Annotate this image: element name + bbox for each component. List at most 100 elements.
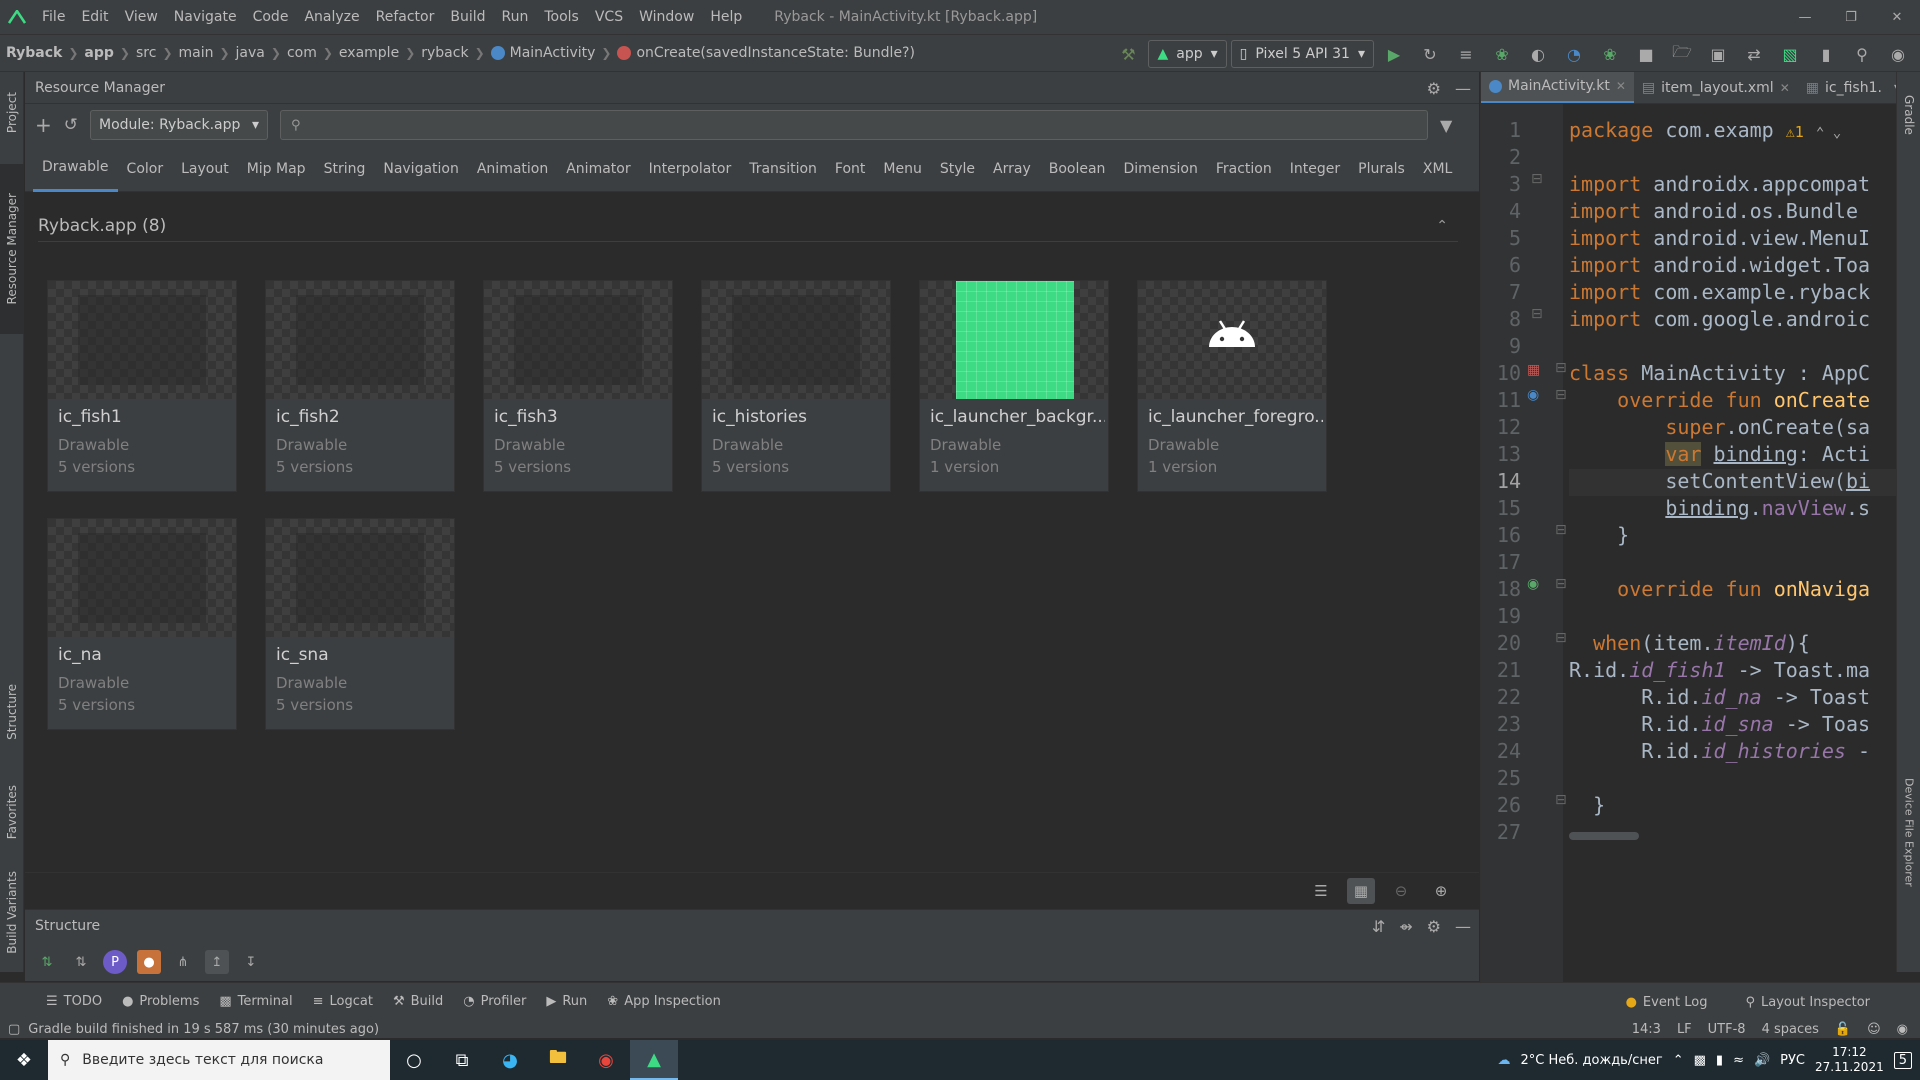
tab-transition[interactable]: Transition (740, 146, 826, 192)
resource-card-ic-launcher-foreground[interactable]: ic_launcher_foregro... Drawable 1 versio… (1137, 280, 1327, 492)
tab-interpolator[interactable]: Interpolator (640, 146, 741, 192)
weather-icon[interactable]: ☁ (1498, 1053, 1511, 1068)
show-inherited-icon[interactable]: ⋔ (171, 950, 195, 974)
profiler-tool[interactable]: ◔ Profiler (453, 994, 536, 1009)
collapse-all-icon[interactable]: ⇴ (1399, 917, 1412, 936)
resource-card-ic-na[interactable]: ic_na Drawable 5 versions (47, 518, 237, 730)
grid-view-icon[interactable]: ▦ (1347, 877, 1375, 904)
chevron-up-icon[interactable]: ⌃ (1436, 218, 1448, 234)
filter-icon[interactable]: ▼ (1440, 116, 1452, 135)
tab-project[interactable]: Project (0, 78, 24, 148)
sdk-manager-icon[interactable]: ▮ (1810, 39, 1842, 69)
cortana-icon[interactable]: ○ (390, 1040, 438, 1080)
tab-plurals[interactable]: Plurals (1349, 146, 1414, 192)
app-inspection-tool[interactable]: ❀ App Inspection (597, 994, 731, 1009)
stop-icon[interactable]: ■ (1630, 39, 1662, 69)
run-tool[interactable]: ▶ Run (536, 994, 597, 1009)
add-icon[interactable]: + (35, 113, 52, 137)
run-icon[interactable]: ▶ (1378, 39, 1410, 69)
menu-edit[interactable]: Edit (73, 0, 116, 34)
clock[interactable]: 17:12 27.11.2021 (1815, 1045, 1884, 1075)
menu-refactor[interactable]: Refactor (368, 0, 443, 34)
apply-changes-icon[interactable]: ≡ (1450, 39, 1482, 69)
fold-icon[interactable]: ⊟ (1555, 522, 1567, 538)
override-marker-icon[interactable]: ◉ (1527, 576, 1539, 592)
editor-tab-mainactivity[interactable]: MainActivity.kt ✕ (1481, 72, 1634, 103)
menu-code[interactable]: Code (245, 0, 297, 34)
override-marker-icon[interactable]: ◉ (1527, 387, 1539, 403)
taskbar-search-input[interactable]: ⚲ Введите здесь текст для поиска (48, 1040, 390, 1080)
tab-array[interactable]: Array (984, 146, 1040, 192)
menu-analyze[interactable]: Analyze (296, 0, 367, 34)
sync-gradle-icon[interactable]: ⇄ (1738, 39, 1770, 69)
tab-overflow-chevron-icon[interactable]: ▾ (1894, 80, 1896, 96)
resource-card-ic-sna[interactable]: ic_sna Drawable 5 versions (265, 518, 455, 730)
debug-icon[interactable]: ❀ (1486, 39, 1518, 69)
battery-icon[interactable]: ▮ (1716, 1053, 1723, 1068)
fold-icon[interactable]: ⊟ (1555, 630, 1567, 646)
fold-icon[interactable]: ⊟ (1555, 576, 1567, 592)
zoom-in-icon[interactable]: ⊕ (1427, 878, 1455, 904)
hide-panel-icon[interactable]: — (1455, 79, 1471, 98)
menu-navigate[interactable]: Navigate (166, 0, 245, 34)
file-encoding[interactable]: UTF-8 (1708, 1022, 1746, 1037)
wifi-icon[interactable]: ≈ (1733, 1053, 1744, 1068)
task-view-icon[interactable]: ⧉ (438, 1040, 486, 1080)
expand-all-icon[interactable]: ⇵ (1372, 917, 1385, 936)
fold-icon[interactable]: ⊟ (1555, 792, 1567, 808)
tab-navigation[interactable]: Navigation (374, 146, 468, 192)
editor-tab-item-layout[interactable]: ▤ item_layout.xml ✕ (1634, 72, 1798, 103)
module-select[interactable]: Module: Ryback.app ▾ (90, 110, 269, 140)
menu-view[interactable]: View (117, 0, 166, 34)
breadcrumb-project[interactable]: Ryback (0, 45, 68, 61)
menu-vcs[interactable]: VCS (587, 0, 631, 34)
resource-card-ic-fish3[interactable]: ic_fish3 Drawable 5 versions (483, 280, 673, 492)
scroll-from-source-icon[interactable]: ↧ (239, 950, 263, 974)
windows-start-icon[interactable]: ❖ (0, 1040, 48, 1080)
tray-chevron-up-icon[interactable]: ⌃ (1673, 1053, 1684, 1068)
tab-xml[interactable]: XML (1414, 146, 1461, 192)
account-icon[interactable]: ◉ (1882, 39, 1914, 69)
show-properties-icon[interactable]: P (103, 950, 127, 974)
memory-indicator-icon[interactable]: ◉ (1897, 1022, 1908, 1037)
run-config-select[interactable]: ▲ app ▾ (1148, 40, 1227, 68)
coverage-icon[interactable]: ◐ (1522, 39, 1554, 69)
module-section-header[interactable]: Ryback.app (8) ⌃ (38, 210, 1458, 242)
line-separator[interactable]: LF (1677, 1022, 1692, 1037)
resource-card-ic-fish2[interactable]: ic_fish2 Drawable 5 versions (265, 280, 455, 492)
menu-build[interactable]: Build (442, 0, 493, 34)
status-square-icon[interactable]: ▢ (8, 1022, 20, 1037)
fold-icon[interactable]: ⊟ (1531, 171, 1543, 187)
tab-integer[interactable]: Integer (1281, 146, 1349, 192)
resource-card-ic-launcher-background[interactable]: ic_launcher_backgr... Drawable 1 version (919, 280, 1109, 492)
terminal-tool[interactable]: ▩ Terminal (209, 994, 302, 1009)
device-select[interactable]: ▯ Pixel 5 API 31 ▾ (1230, 40, 1374, 68)
tab-mip-map[interactable]: Mip Map (238, 146, 315, 192)
menu-run[interactable]: Run (494, 0, 537, 34)
breadcrumb-method[interactable]: onCreate(savedInstanceState: Bundle?) (611, 45, 920, 61)
sort-visibility-icon[interactable]: ⇅ (35, 950, 59, 974)
tab-dimension[interactable]: Dimension (1114, 146, 1206, 192)
breadcrumb-module[interactable]: app (78, 45, 120, 61)
tab-drawable[interactable]: Drawable (33, 146, 118, 192)
tab-font[interactable]: Font (826, 146, 874, 192)
tab-boolean[interactable]: Boolean (1040, 146, 1115, 192)
show-fields-icon[interactable]: ● (137, 950, 161, 974)
breadcrumb-java[interactable]: java (230, 45, 271, 61)
face-icon[interactable]: ☺ (1867, 1022, 1881, 1037)
android-studio-taskbar-icon[interactable]: ▲ (630, 1040, 678, 1080)
build-tool[interactable]: ⚒ Build (383, 994, 453, 1009)
tab-fraction[interactable]: Fraction (1207, 146, 1281, 192)
sort-alpha-icon[interactable]: ⇅ (69, 950, 93, 974)
tab-resource-manager[interactable]: Resource Manager (0, 164, 24, 334)
todo-tool[interactable]: ☰ TODO (36, 994, 112, 1009)
profile-icon[interactable]: ◔ (1558, 39, 1590, 69)
tab-favorites[interactable]: Favorites (0, 772, 24, 852)
list-view-icon[interactable]: ☰ (1307, 878, 1335, 904)
menu-tools[interactable]: Tools (536, 0, 587, 34)
hammer-icon[interactable]: ⚒ (1112, 39, 1144, 69)
tab-build-variants[interactable]: Build Variants (0, 862, 24, 962)
breadcrumb-src[interactable]: src (130, 45, 162, 61)
restore-icon[interactable]: ❐ (1828, 0, 1874, 34)
breadcrumb-ryback[interactable]: ryback (415, 45, 474, 61)
